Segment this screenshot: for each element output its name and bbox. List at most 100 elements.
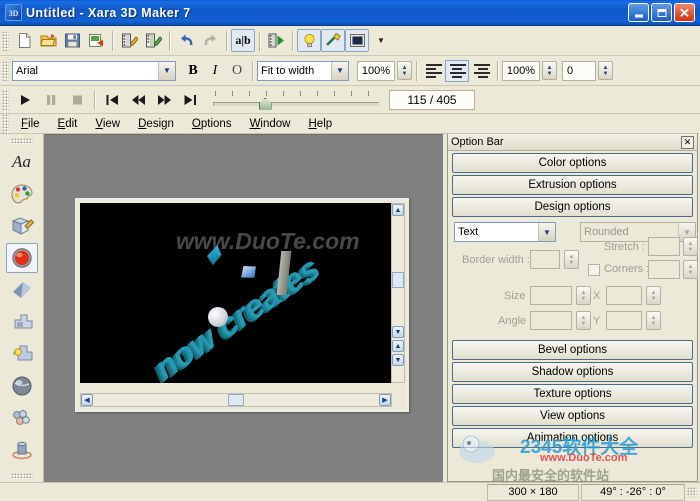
last-frame-button[interactable]	[177, 89, 203, 111]
horizontal-scroll-thumb[interactable]	[228, 394, 244, 406]
tool-bevel[interactable]	[6, 275, 38, 305]
tool-shadow[interactable]	[6, 307, 38, 337]
menubar-grip[interactable]	[2, 113, 9, 134]
scroll-right-button[interactable]: ▶	[379, 394, 391, 406]
texture-options-button[interactable]: Texture options	[452, 384, 693, 404]
stretch-input	[648, 237, 680, 256]
align-center-button[interactable]	[445, 59, 469, 82]
toolbar-separator	[252, 60, 253, 81]
bold-label: B	[188, 62, 198, 78]
menu-file[interactable]: File	[12, 116, 49, 132]
design-type-select[interactable]: Text ▼	[454, 222, 556, 242]
bevel-options-button[interactable]: Bevel options	[452, 340, 693, 360]
size-label: Size	[504, 290, 526, 302]
tool-light[interactable]	[6, 339, 38, 369]
title-bar: 3D Untitled - Xara 3D Maker 7 ✕	[0, 0, 700, 26]
pause-icon	[47, 94, 56, 105]
animation-play-button[interactable]	[264, 29, 288, 52]
shadow-options-button[interactable]: Shadow options	[452, 362, 693, 382]
tool-text[interactable]: Aa	[6, 147, 38, 177]
color-options-button[interactable]: Color options	[452, 153, 693, 173]
tool-color[interactable]	[6, 179, 38, 209]
watermark-mascot-icon	[455, 428, 499, 468]
app-icon: 3D	[5, 4, 22, 21]
track-percent-input[interactable]: 100%	[502, 60, 540, 81]
track-value-spinner[interactable]: ▲ ▼	[598, 61, 613, 80]
toolbar-overflow-button[interactable]: ▼	[369, 29, 393, 52]
next-frame-button[interactable]	[151, 89, 177, 111]
toolbar-grip[interactable]	[2, 89, 9, 110]
design-options-button[interactable]: Design options	[452, 197, 693, 217]
menu-options[interactable]: Options	[183, 116, 241, 132]
left-toolbar-grip[interactable]	[10, 138, 33, 144]
tool-extrude[interactable]	[6, 211, 38, 241]
tool-animation[interactable]	[6, 435, 38, 465]
left-toolbar-grip-2[interactable]	[10, 473, 33, 479]
left-toolbar: Aa X	[0, 134, 44, 501]
shadow-shape-icon	[14, 314, 32, 329]
background-button[interactable]	[345, 29, 369, 52]
menu-edit[interactable]: Edit	[49, 116, 87, 132]
fit-mode-select[interactable]: Fit to width ▼	[257, 60, 349, 81]
animation-toolbar: 115 / 405	[0, 86, 700, 114]
stop-button[interactable]	[64, 89, 90, 111]
italic-button[interactable]: I	[204, 60, 226, 82]
tool-texture[interactable]	[6, 371, 38, 401]
canvas-horizontal-scrollbar[interactable]: ◀ ▶	[80, 393, 392, 407]
frame-slider[interactable]	[211, 89, 381, 111]
option-bar-close-button[interactable]: ✕	[681, 135, 694, 149]
render-canvas[interactable]: www.DuoTe.com now creates now creates no…	[80, 203, 392, 383]
export-button[interactable]	[84, 29, 108, 52]
minimize-button[interactable]	[628, 3, 649, 22]
align-right-button[interactable]	[469, 60, 493, 82]
view-options-button[interactable]: View options	[452, 406, 693, 426]
toolbar-grip[interactable]	[2, 30, 9, 51]
fit-percent-spinner[interactable]: ▲ ▼	[397, 61, 412, 80]
track-value-input[interactable]: 0	[562, 60, 596, 81]
previous-frame-button[interactable]	[125, 89, 151, 111]
text-button[interactable]: a|b	[231, 29, 255, 52]
bold-button[interactable]: B	[182, 60, 204, 82]
scroll-down-button[interactable]: ▼	[392, 326, 404, 338]
size-x-label: X	[593, 290, 601, 302]
new-file-button[interactable]	[12, 29, 36, 52]
font-family-value: Arial	[16, 64, 39, 77]
menu-window[interactable]: Window	[241, 116, 300, 132]
quick-render-button[interactable]	[321, 29, 345, 52]
tool-bevel-sphere[interactable]	[5, 243, 38, 273]
menu-help[interactable]: Help	[299, 116, 341, 132]
close-button[interactable]: ✕	[674, 3, 695, 22]
resize-grip[interactable]	[687, 487, 697, 497]
scroll-up-button[interactable]: ▲	[392, 204, 404, 216]
menu-design[interactable]: Design	[129, 116, 183, 132]
scroll-page-up-button[interactable]: ▲	[392, 340, 404, 352]
toolbar-grip[interactable]	[2, 60, 9, 81]
tool-view[interactable]	[6, 403, 38, 433]
minimize-icon	[634, 14, 643, 17]
redo-button[interactable]	[198, 29, 222, 52]
sphere-icon	[208, 307, 228, 327]
undo-button[interactable]	[174, 29, 198, 52]
lighting-button[interactable]	[297, 29, 321, 52]
pause-button[interactable]	[38, 89, 64, 111]
first-frame-button[interactable]	[99, 89, 125, 111]
corners-checkbox	[588, 264, 600, 276]
outline-button[interactable]: O	[226, 60, 248, 82]
play-button[interactable]	[12, 89, 38, 111]
align-left-button[interactable]	[421, 60, 445, 82]
fit-percent-input[interactable]: 100%	[357, 60, 395, 81]
slider-thumb[interactable]	[258, 97, 272, 110]
maximize-button[interactable]	[651, 3, 672, 22]
track-percent-spinner[interactable]: ▲ ▼	[542, 61, 557, 80]
scroll-page-down-button[interactable]: ▼	[392, 354, 404, 366]
menu-view[interactable]: View	[86, 116, 129, 132]
vertical-scroll-thumb[interactable]	[392, 272, 404, 288]
open-file-button[interactable]	[36, 29, 60, 52]
font-family-select[interactable]: Arial ▼	[12, 60, 176, 81]
scroll-left-button[interactable]: ◀	[81, 394, 93, 406]
save-file-button[interactable]	[60, 29, 84, 52]
film-edit-button[interactable]	[117, 29, 141, 52]
previous-frame-icon	[131, 94, 145, 105]
film-export-button[interactable]	[141, 29, 165, 52]
extrusion-options-button[interactable]: Extrusion options	[452, 175, 693, 195]
